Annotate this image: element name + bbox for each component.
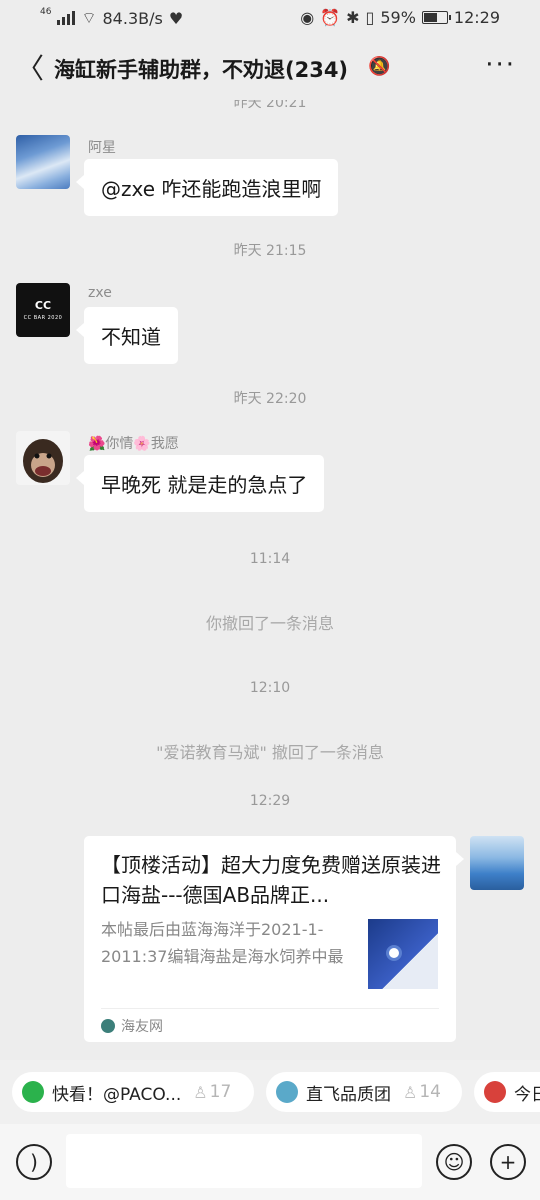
timestamp: 11:14 xyxy=(249,551,291,567)
avatar[interactable]: CC CC BAR 2020 xyxy=(16,283,70,337)
voice-input-icon[interactable]: ) xyxy=(16,1144,52,1180)
avatar-logo-text: CC xyxy=(34,299,52,312)
status-right: ◉ ⏰ ✱ ▯ 59% 12:29 xyxy=(300,8,500,27)
shortcut-chip-label: 直飞品质团 xyxy=(306,1084,391,1105)
timestamp: 昨天 21:15 xyxy=(233,243,307,259)
back-icon[interactable]: 〈 xyxy=(16,54,44,84)
link-card[interactable]: 【顶楼活动】超大力度免费赠送原装进口海盐---德国AB品牌正... 本帖最后由蓝… xyxy=(84,836,464,1042)
avatar[interactable] xyxy=(16,135,70,189)
message-list[interactable]: 昨天 20:21 阿星 @zxe 咋还能跑造浪里啊 昨天 21:15 CC CC… xyxy=(0,100,540,1060)
person-icon: ♙ xyxy=(193,1082,208,1102)
mute-bell-icon: 🔕 xyxy=(368,56,391,77)
source-logo-icon xyxy=(101,1019,115,1033)
eye-icon: ◉ xyxy=(300,8,315,27)
shortcut-chip-icon xyxy=(22,1081,44,1103)
shortcut-chip-count: 17 xyxy=(209,1082,232,1102)
chat-header: 〈 海缸新手辅助群，不劝退(234) 🔕 ··· xyxy=(0,38,540,100)
message-bubble[interactable]: 早晚死 就是走的急点了 xyxy=(75,455,325,512)
link-card-source: 海友网 xyxy=(101,1016,163,1036)
message-input[interactable] xyxy=(66,1134,422,1188)
more-options-icon[interactable]: ··· xyxy=(485,50,516,80)
sender-name: zxe xyxy=(88,285,112,301)
heart-icon: ♥ xyxy=(168,8,184,28)
sender-name: 阿星 xyxy=(88,140,116,156)
monkey-avatar-icon xyxy=(23,439,63,483)
message-bubble[interactable]: 不知道 xyxy=(76,307,178,364)
timestamp: 昨天 20:21 xyxy=(233,100,307,111)
bluetooth-icon: ✱ xyxy=(346,8,360,27)
signal-icon xyxy=(57,11,76,25)
group-shortcut-bar[interactable]: 快看！@PACO... ♙ 17 直飞品质团 ♙ 14 今日 xyxy=(0,1060,540,1124)
shortcut-chip[interactable]: 快看！@PACO... ♙ 17 xyxy=(12,1072,254,1112)
recall-notice: "爱诺教育马斌" 撤回了一条消息 xyxy=(156,743,384,762)
divider xyxy=(101,1008,439,1009)
person-icon: ♙ xyxy=(403,1082,418,1102)
battery-fill xyxy=(423,13,437,22)
shortcut-chip[interactable]: 今日 xyxy=(474,1072,540,1112)
network-speed: 84.3B/s xyxy=(102,8,163,28)
network-type: 46 xyxy=(40,7,52,17)
timestamp: 12:29 xyxy=(249,793,291,809)
vibrate-icon: ▯ xyxy=(365,8,375,27)
battery-percent: 59% xyxy=(380,8,416,27)
link-card-source-name: 海友网 xyxy=(121,1019,163,1035)
shortcut-chip-icon xyxy=(276,1081,298,1103)
chat-title: 海缸新手辅助群，不劝退(234) xyxy=(54,58,349,82)
shortcut-chip-icon xyxy=(484,1081,506,1103)
link-card-description: 本帖最后由蓝海海洋于2021-1-2011:37编辑海盐是海水饲养中最为重要的一… xyxy=(101,920,344,966)
status-bar: 46 ⌔ 84.3B/s ♥ ◉ ⏰ ✱ ▯ 59% 12:29 xyxy=(0,0,540,38)
recall-notice: 你撤回了一条消息 xyxy=(205,614,334,633)
avatar-logo-subtext: CC BAR 2020 xyxy=(23,315,63,321)
my-avatar[interactable] xyxy=(470,836,524,890)
status-left: 46 ⌔ 84.3B/s ♥ xyxy=(40,7,184,28)
timestamp: 昨天 22:20 xyxy=(233,391,307,407)
plus-icon[interactable]: + xyxy=(490,1144,526,1180)
link-card-thumbnail xyxy=(368,919,438,989)
timestamp: 12:10 xyxy=(249,680,291,696)
clock: 12:29 xyxy=(453,8,500,27)
link-card-title: 【顶楼活动】超大力度免费赠送原装进口海盐---德国AB品牌正... xyxy=(101,853,441,907)
message-bubble[interactable]: @zxe 咋还能跑造浪里啊 xyxy=(75,159,339,216)
sender-name: 🌺你情🌸我愿 xyxy=(88,436,179,452)
shortcut-chip[interactable]: 直飞品质团 ♙ 14 xyxy=(266,1072,462,1112)
shortcut-chip-label: 快看！@PACO... xyxy=(52,1084,182,1105)
emoji-icon[interactable]: ☺ xyxy=(436,1144,472,1180)
input-bar: ) ☺ + xyxy=(0,1124,540,1200)
shortcut-chip-count: 14 xyxy=(419,1082,441,1102)
battery-icon xyxy=(421,11,451,24)
wifi-icon: ⌔ xyxy=(81,8,97,27)
shortcut-chip-label: 今日 xyxy=(514,1084,540,1105)
avatar[interactable] xyxy=(16,431,70,485)
alarm-icon: ⏰ xyxy=(320,8,341,27)
